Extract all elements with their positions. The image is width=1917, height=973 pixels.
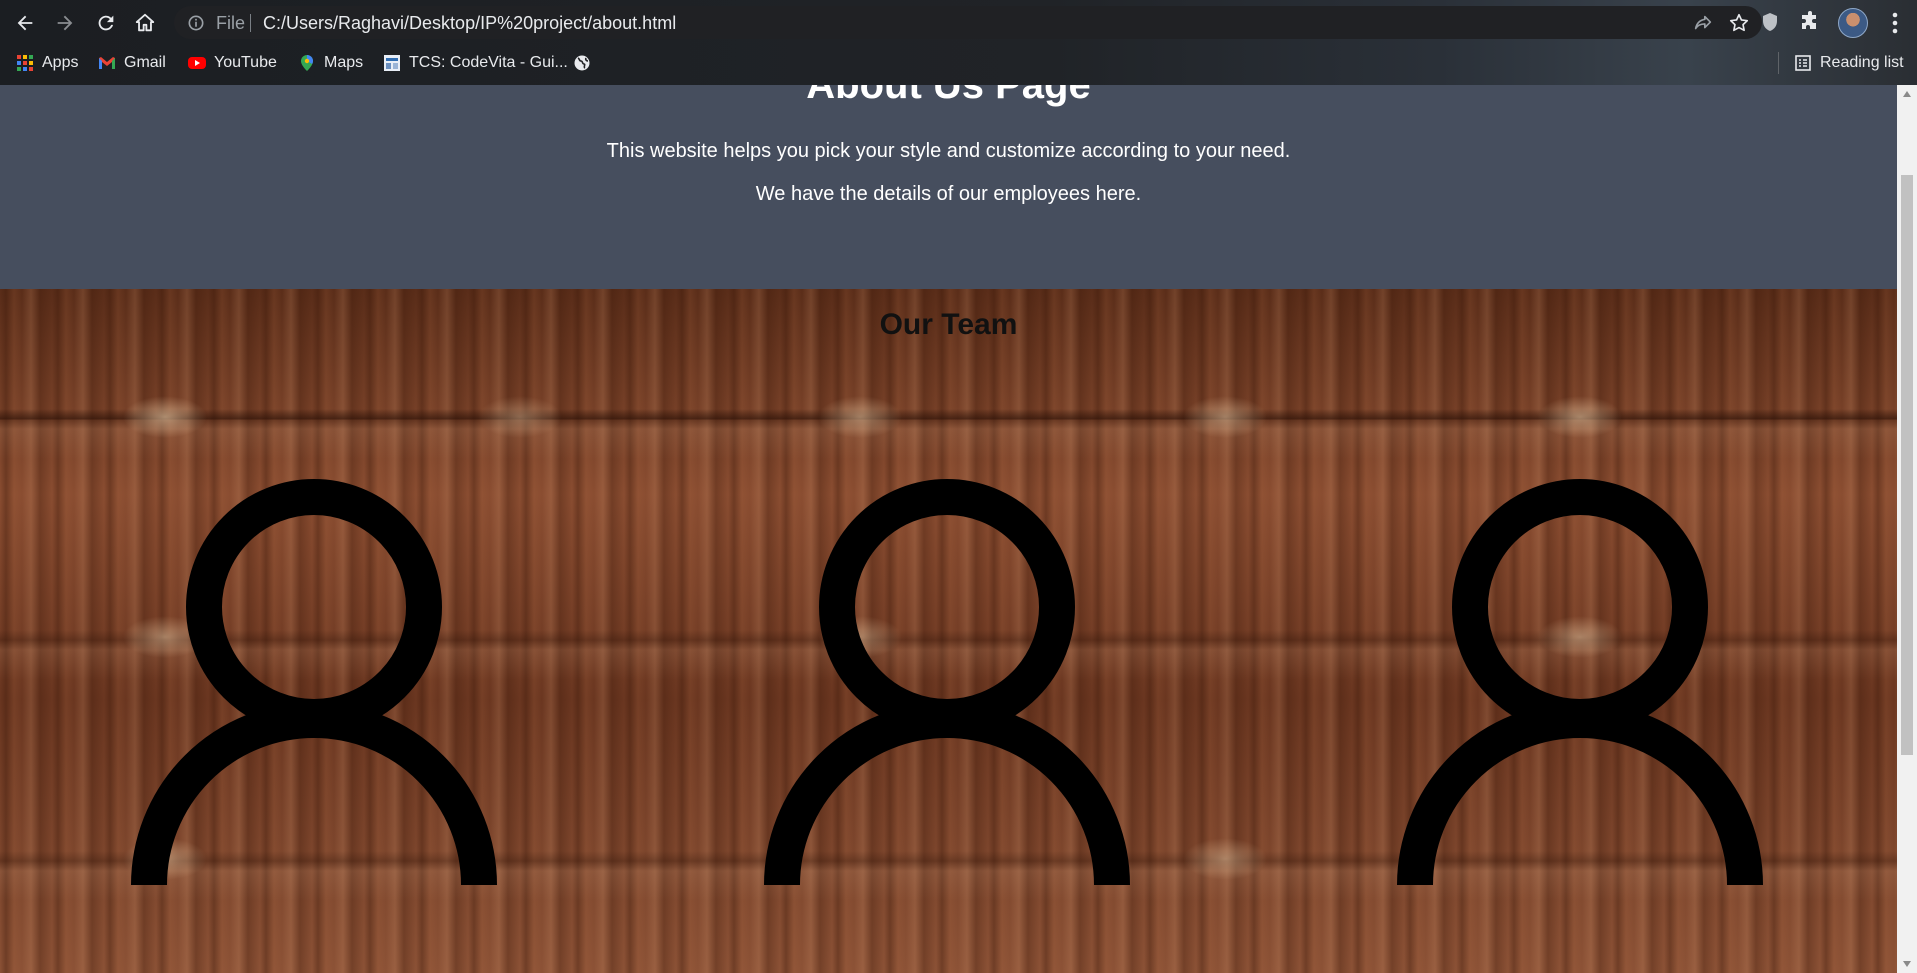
tcs-icon [384, 55, 400, 71]
bookmark-label: Maps [324, 54, 364, 71]
forward-icon [57, 15, 73, 31]
extensions-icon[interactable] [1798, 10, 1822, 34]
reload-icon [98, 15, 114, 31]
about-section: About Us Page This website helps you pic… [0, 85, 1897, 289]
bookmark-tcs-codevita[interactable]: TCS: CodeVita - Gui... [383, 50, 568, 76]
forward-button[interactable] [48, 6, 82, 40]
info-icon[interactable] [186, 13, 206, 33]
reading-list-label: Reading list [1820, 54, 1904, 71]
bookmark-label: TCS: CodeVita - Gui... [409, 54, 568, 71]
apps-icon [17, 55, 33, 71]
shield-icon[interactable] [1758, 10, 1782, 34]
maps-icon [301, 55, 313, 71]
person-icon [131, 479, 497, 885]
bookmarks-divider [1778, 52, 1779, 74]
team-title: Our Team [879, 308, 1018, 341]
globe-icon [574, 55, 590, 71]
about-employees-note: We have the details of our employees her… [755, 183, 1142, 205]
bookmark-label: YouTube [214, 54, 277, 71]
about-description: This website helps you pick your style a… [606, 140, 1291, 162]
chevron-down-icon [1903, 961, 1911, 967]
address-bar[interactable]: File C:/Users/Raghavi/Desktop/IP%20proje… [174, 6, 1762, 39]
home-button[interactable] [128, 6, 162, 40]
bookmark-maps[interactable]: Maps [298, 50, 363, 76]
scrollbar-thumb[interactable] [1901, 175, 1913, 755]
page-scrollbar[interactable] [1897, 85, 1917, 973]
home-icon [135, 13, 155, 32]
scroll-up-arrow[interactable] [1897, 85, 1917, 103]
back-icon [17, 15, 33, 31]
person-icon [764, 479, 1130, 885]
menu-icon[interactable] [1888, 10, 1902, 36]
browser-chrome: File C:/Users/Raghavi/Desktop/IP%20proje… [0, 0, 1917, 85]
reading-list-button[interactable]: Reading list [1794, 50, 1904, 76]
scheme-label: File [216, 13, 246, 33]
reading-list-icon [1795, 55, 1811, 71]
team-section: Our Team [0, 289, 1897, 973]
bookmark-label: Apps [42, 54, 79, 71]
back-button[interactable] [8, 6, 42, 40]
scroll-down-arrow[interactable] [1897, 955, 1917, 973]
bookmark-gmail[interactable]: Gmail [98, 50, 166, 76]
gmail-icon [99, 57, 115, 69]
page-title: About Us Page [806, 85, 1091, 107]
youtube-icon [188, 57, 206, 69]
bookmarks-bar: Apps Gmail YouTube Maps TCS: CodeVita - … [0, 47, 1917, 79]
page-viewport: About Us Page This website helps you pic… [0, 85, 1897, 973]
browser-toolbar: File C:/Users/Raghavi/Desktop/IP%20proje… [0, 0, 1917, 45]
url-text[interactable]: C:/Users/Raghavi/Desktop/IP%20project/ab… [263, 13, 676, 34]
chevron-up-icon [1903, 91, 1911, 97]
star-icon[interactable] [1728, 12, 1750, 34]
address-separator [250, 14, 251, 32]
reload-button[interactable] [89, 6, 123, 40]
bookmark-label: Gmail [124, 54, 166, 71]
person-icon [1397, 479, 1763, 885]
bookmark-globe[interactable] [573, 50, 599, 76]
bookmark-youtube[interactable]: YouTube [188, 50, 277, 76]
bookmark-apps[interactable]: Apps [16, 50, 78, 76]
avatar[interactable] [1838, 8, 1868, 38]
share-icon[interactable] [1692, 12, 1714, 34]
